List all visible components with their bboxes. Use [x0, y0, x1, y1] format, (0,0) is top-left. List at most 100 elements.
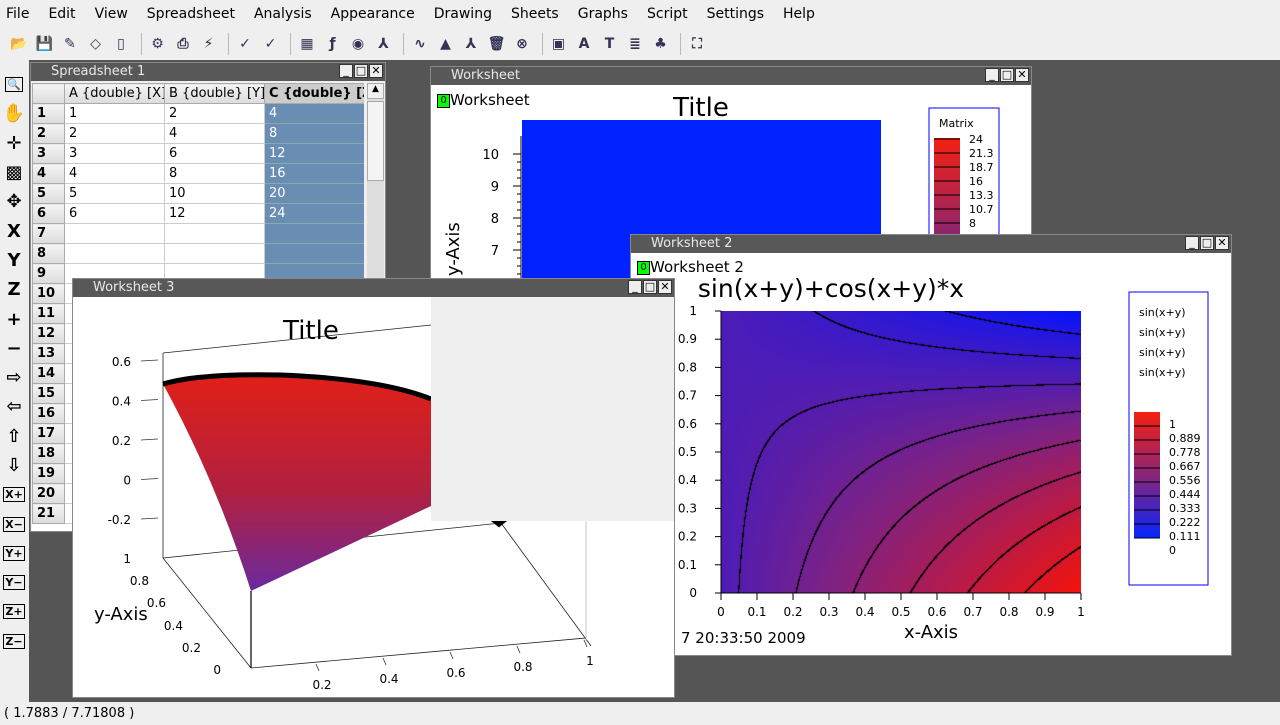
row-header[interactable]: 17 — [32, 423, 65, 444]
menu-spreadsheet[interactable]: Spreadsheet — [147, 6, 235, 22]
hand-tool[interactable]: ✋ — [0, 99, 28, 128]
plot3d-button[interactable]: ▲ — [435, 33, 457, 55]
menu-settings[interactable]: Settings — [707, 6, 764, 22]
note-button[interactable]: ≣ — [624, 33, 646, 55]
title-bar[interactable]: Worksheet _ □ ✕ — [431, 67, 1031, 85]
cell[interactable] — [164, 243, 265, 264]
open-folder-button[interactable]: 📂 — [8, 33, 30, 55]
surface2-button[interactable]: ⅄ — [460, 33, 482, 55]
y-minus-tool[interactable]: Y− — [0, 568, 28, 597]
cell[interactable]: 6 — [164, 143, 265, 164]
x-minus-tool[interactable]: X− — [0, 509, 28, 538]
fullscreen-button[interactable]: ⛶ — [686, 33, 708, 55]
function-button[interactable]: ƒ — [322, 33, 344, 55]
cell[interactable]: 12 — [264, 143, 364, 164]
row-header[interactable]: 2 — [32, 123, 65, 144]
cell[interactable]: 10 — [164, 183, 265, 204]
edit-button[interactable]: ✎ — [59, 33, 81, 55]
cell[interactable]: 16 — [264, 163, 364, 184]
row-header[interactable]: 12 — [32, 323, 65, 344]
maximize-button[interactable]: □ — [1200, 236, 1214, 250]
chart-check-button[interactable]: ✓ — [234, 33, 256, 55]
menu-sheets[interactable]: Sheets — [511, 6, 559, 22]
menu-file[interactable]: File — [6, 6, 29, 22]
menu-appearance[interactable]: Appearance — [331, 6, 415, 22]
row-header[interactable]: 19 — [32, 463, 65, 484]
close-button[interactable]: ✕ — [1015, 68, 1029, 82]
save-button[interactable]: 💾 — [34, 33, 56, 55]
cell[interactable]: 3 — [64, 143, 165, 164]
surface-plot[interactable]: 0.6 0.4 0.2 0 -0.2 1 0.8 0.6 0.4 0.2 0 0.2 0.4 0.6 0.8… — [73, 297, 674, 697]
row-header[interactable]: 20 — [32, 483, 65, 504]
close-button[interactable]: ✕ — [1215, 236, 1229, 250]
cell[interactable] — [64, 243, 165, 264]
minimize-button[interactable]: _ — [985, 68, 999, 82]
cell[interactable]: 2 — [164, 103, 265, 124]
x-plus-tool[interactable]: X+ — [0, 480, 28, 509]
cell[interactable]: 24 — [264, 203, 364, 224]
close-circle-button[interactable]: ⊗ — [511, 33, 533, 55]
plus-tool[interactable]: + — [0, 304, 28, 333]
title-bar[interactable]: Worksheet 2 _ □ ✕ — [631, 235, 1231, 253]
z-minus-tool[interactable]: Z− — [0, 627, 28, 656]
trash-button[interactable]: 🗑 — [486, 33, 508, 55]
plot-button[interactable]: ∿ — [409, 33, 431, 55]
x-rotate-tool[interactable]: X — [0, 216, 28, 245]
menu-edit[interactable]: Edit — [48, 6, 75, 22]
cell[interactable]: 5 — [64, 183, 165, 204]
image-button[interactable]: ▣ — [548, 33, 570, 55]
cell[interactable]: 20 — [264, 183, 364, 204]
text-button[interactable]: T — [599, 33, 621, 55]
close-button[interactable]: ✕ — [658, 280, 672, 294]
zoom-tool[interactable]: 🔍 — [0, 70, 28, 99]
cell[interactable]: 4 — [164, 123, 265, 144]
row-header[interactable]: 18 — [32, 443, 65, 464]
cell[interactable] — [164, 223, 265, 244]
cell[interactable] — [264, 243, 364, 264]
arrow-up-tool[interactable]: ⇧ — [0, 422, 28, 451]
cell[interactable]: 2 — [64, 123, 165, 144]
cell[interactable]: 8 — [264, 123, 364, 144]
menu-view[interactable]: View — [95, 6, 128, 22]
maximize-button[interactable]: □ — [643, 280, 657, 294]
row-header[interactable]: 16 — [32, 403, 65, 424]
arrow-down-tool[interactable]: ⇩ — [0, 451, 28, 480]
contour-button[interactable]: ◉ — [347, 33, 369, 55]
corner-cell[interactable] — [32, 83, 65, 104]
z-plus-tool[interactable]: Z+ — [0, 597, 28, 626]
column-header[interactable]: B {double} [Y] — [164, 83, 265, 104]
tree-button[interactable]: ♣ — [650, 33, 672, 55]
arrow-left-tool[interactable]: ⇦ — [0, 392, 28, 421]
worksheet-2-window[interactable]: Worksheet 2 _ □ ✕ 0 Worksheet 2 sin(x+y)+co… — [630, 234, 1232, 656]
crosshair-tool[interactable]: ✛ — [0, 129, 28, 158]
scroll-thumb[interactable] — [367, 101, 384, 181]
title-bar[interactable]: Worksheet 3 _ □ ✕ — [73, 279, 674, 297]
row-header[interactable]: 8 — [32, 243, 65, 264]
minimize-button[interactable]: _ — [1185, 236, 1199, 250]
y-rotate-tool[interactable]: Y — [0, 246, 28, 275]
row-header[interactable]: 1 — [32, 103, 65, 124]
cell[interactable]: 4 — [264, 103, 364, 124]
row-header[interactable]: 3 — [32, 143, 65, 164]
row-header[interactable]: 15 — [32, 383, 65, 404]
menu-script[interactable]: Script — [647, 6, 688, 22]
maximize-button[interactable]: □ — [354, 64, 368, 78]
layer-index[interactable]: 0 — [437, 93, 450, 108]
cell[interactable]: 1 — [64, 103, 165, 124]
worksheet-3-window[interactable]: Worksheet 3 _ □ ✕ 0.6 0.4 0.2 0 -0.2 1 0.8 0.6 0.4… — [72, 278, 675, 698]
cell[interactable]: 8 — [164, 163, 265, 184]
move-tool[interactable]: ✥ — [0, 187, 28, 216]
menu-help[interactable]: Help — [783, 6, 815, 22]
cell[interactable] — [64, 223, 165, 244]
cell[interactable]: 4 — [64, 163, 165, 184]
row-header[interactable]: 6 — [32, 203, 65, 224]
row-header[interactable]: 9 — [32, 263, 65, 284]
print-preview-button[interactable]: ⚙ — [147, 33, 169, 55]
cell[interactable]: 12 — [164, 203, 265, 224]
z-rotate-tool[interactable]: Z — [0, 275, 28, 304]
minimize-button[interactable]: _ — [339, 64, 353, 78]
menu-drawing[interactable]: Drawing — [434, 6, 492, 22]
text-bold-button[interactable]: A — [573, 33, 595, 55]
menu-graphs[interactable]: Graphs — [578, 6, 628, 22]
contour-plot[interactable] — [721, 311, 1081, 593]
